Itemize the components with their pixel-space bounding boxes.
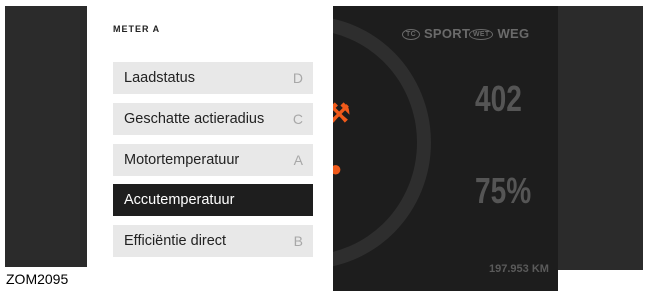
warning-icon: ⚒ [333,98,351,128]
menu-item-label: Motortemperatuur [124,152,240,168]
gauge-ring [333,16,431,269]
menu-item-key: C [292,111,303,127]
menu-title: METER A [113,24,161,34]
instrument-screen: ⚒ ● TC SPORT WET WEG 402 75% 197.953 KM ME… [87,6,558,291]
menu-item-efficientie-direct[interactable]: Efficiëntie direct B [113,225,313,257]
dashboard-panel: ⚒ ● TC SPORT WET WEG 402 75% 197.953 KM [333,6,558,291]
battery-value: 75% [475,170,532,211]
battery-temp-icon: ● [333,156,343,181]
menu-item-label: Geschatte actieradius [124,111,265,127]
left-frame [5,6,87,270]
odometer: 197.953 KM [489,263,549,275]
menu-item-label: Efficiëntie direct [124,233,227,249]
wet-weg-indicator: WET WEG [469,26,529,41]
menu-item-label: Accutemperatuur [124,192,235,208]
figure-code: ZOM2095 [0,267,96,291]
menu-item-accutemperatuur[interactable]: Accutemperatuur [113,184,313,216]
menu-item-key: D [292,70,303,86]
menu-item-motortemperatuur[interactable]: Motortemperatuur A [113,144,313,176]
tc-icon: TC [402,29,420,40]
menu-item-key: B [293,233,303,249]
range-value: 402 [475,78,522,119]
right-frame [558,6,643,270]
menu-item-key: A [293,152,303,168]
tc-sport-indicator: TC SPORT [402,26,470,41]
menu-item-geschatte-actieradius[interactable]: Geschatte actieradius C [113,103,313,135]
meter-a-menu: METER A Laadstatus D Geschatte actieradi… [87,6,333,291]
wet-icon: WET [469,29,494,40]
menu-item-laadstatus[interactable]: Laadstatus D [113,62,313,94]
menu-item-label: Laadstatus [124,70,195,86]
